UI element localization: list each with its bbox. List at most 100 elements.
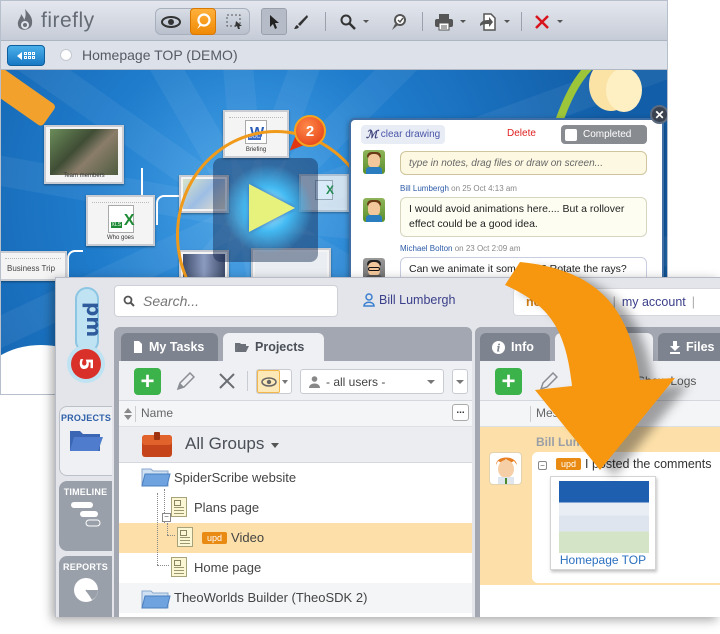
link-separator: | <box>692 295 695 309</box>
side-tab-timeline[interactable]: TIMELINE <box>59 481 112 551</box>
attachment-label[interactable]: Homepage TOP <box>551 553 655 567</box>
edit-button[interactable] <box>175 372 195 395</box>
search-input[interactable] <box>141 292 321 310</box>
excel-file-icon: XXLS <box>108 205 134 233</box>
app-name: firefly <box>41 9 95 33</box>
edit-activity-button[interactable] <box>538 372 558 395</box>
toolbar-separator <box>422 12 423 31</box>
draw-tool[interactable] <box>288 8 314 35</box>
card-label: Who goes <box>88 235 153 241</box>
user-icon <box>363 293 375 307</box>
timeline-icon <box>68 500 104 528</box>
view-mode-button[interactable] <box>158 8 184 35</box>
back-to-documents-button[interactable] <box>7 45 45 66</box>
cartoon-avatar-icon <box>490 453 522 485</box>
completed-checkbox[interactable] <box>565 129 577 141</box>
search-box[interactable] <box>114 285 338 317</box>
comment-mode-button[interactable] <box>190 8 216 35</box>
side-tab-projects[interactable]: PROJECTS <box>59 406 112 476</box>
page-icon <box>171 557 187 577</box>
open-folder-icon <box>235 342 249 352</box>
tab-label: Info <box>511 340 534 354</box>
tab-info[interactable]: i Info <box>480 333 550 361</box>
users-filter-value: - all users - <box>326 375 385 389</box>
approve-button[interactable] <box>386 8 412 35</box>
show-logs-button[interactable]: ≡ Show Logs <box>625 374 696 388</box>
search-icon <box>123 295 135 307</box>
watch-toggle[interactable] <box>256 369 292 394</box>
select-region-button[interactable] <box>222 8 248 35</box>
zoom-icon <box>340 14 356 30</box>
side-tab-reports[interactable]: REPORTS <box>59 556 112 617</box>
homepage-preview-image <box>559 481 649 553</box>
play-icon[interactable] <box>249 184 295 232</box>
zoom-dropdown-caret[interactable] <box>363 20 369 23</box>
tree-row-label: TheoWorlds Builder (TheoSDK 2) <box>174 590 367 605</box>
export-button[interactable] <box>475 8 501 35</box>
tab-activity[interactable]: Activity <box>555 333 653 361</box>
collapse-toggle[interactable]: − <box>538 461 547 470</box>
tree-row-page[interactable]: − Plans page <box>119 493 472 523</box>
comment-author[interactable]: Michael Bolton <box>400 244 452 253</box>
group-selector[interactable]: All Groups <box>119 427 472 463</box>
collapse-toggle[interactable]: − <box>162 513 171 522</box>
side-tab-label: PROJECTS <box>60 413 112 423</box>
tree-row-page-selected[interactable]: updVideo <box>119 523 472 553</box>
print-button[interactable] <box>431 8 457 35</box>
sort-icon[interactable] <box>124 408 132 420</box>
tree-row-project[interactable]: TheoWorlds Builder (TheoSDK 2) <box>119 583 472 613</box>
print-dropdown-caret[interactable] <box>460 20 466 23</box>
attachment-thumbnail[interactable]: Homepage TOP <box>550 476 656 570</box>
tab-label: Activity <box>567 340 612 354</box>
completed-toggle[interactable]: Completed <box>561 125 647 144</box>
delete-button[interactable] <box>218 372 236 393</box>
delete-comment-link[interactable]: Delete <box>507 128 536 139</box>
users-filter-select[interactable]: - all users - <box>300 369 444 394</box>
message-column-label[interactable]: Message <box>536 406 585 420</box>
message-column-header: Message <box>480 401 720 427</box>
zoom-tool[interactable] <box>335 8 361 35</box>
tab-files[interactable]: Files <box>658 333 720 361</box>
canvas-card-who-goes[interactable]: XXLS Who goes <box>86 195 155 246</box>
activity-avatar <box>489 452 522 485</box>
add-project-button[interactable]: + <box>134 368 161 395</box>
comment-note-input[interactable]: type in notes, drag files or draw on scr… <box>400 151 647 175</box>
team-photo <box>50 129 118 175</box>
clear-drawing-label: clear drawing <box>381 129 440 140</box>
toolbar-separator <box>325 12 326 31</box>
canvas-card-team-members[interactable]: Team members <box>44 125 124 184</box>
tree-row-page[interactable]: Home page <box>119 553 472 583</box>
add-activity-button[interactable]: + <box>495 368 522 395</box>
pencil-icon <box>538 372 558 392</box>
pointer-tool[interactable] <box>261 8 287 35</box>
side-tab-label: REPORTS <box>59 562 112 572</box>
chevron-down-icon <box>427 380 435 384</box>
page-icon <box>177 527 193 547</box>
firefly-logo: firefly <box>13 7 95 35</box>
column-options-button[interactable]: ... <box>452 404 469 421</box>
side-tab-label: TIMELINE <box>59 487 112 497</box>
watch-button[interactable] <box>257 370 280 393</box>
tree-row-project[interactable]: SpiderScribe website <box>119 463 472 493</box>
5pm-window: pm 5 Bill Lumbergh new features! | my ac… <box>55 277 720 617</box>
name-column-label[interactable]: Name <box>141 406 173 420</box>
close-document-button[interactable] <box>529 8 555 35</box>
toolbar-separator <box>247 371 248 391</box>
close-comment-panel-button[interactable]: ✕ <box>650 105 668 124</box>
comment-author[interactable]: Bill Lumbergh <box>400 184 449 193</box>
clear-drawing-button[interactable]: ℳ clear drawing <box>361 125 445 144</box>
close-dropdown-caret[interactable] <box>557 20 563 23</box>
chevron-down-icon[interactable] <box>282 380 288 384</box>
tab-label: Projects <box>255 340 304 354</box>
new-features-link[interactable]: new features! <box>526 295 607 309</box>
document-status-radio[interactable] <box>60 49 72 61</box>
tab-projects[interactable]: Projects <box>223 333 324 361</box>
tab-my-tasks[interactable]: My Tasks <box>121 333 218 361</box>
my-account-link[interactable]: my account <box>622 295 686 309</box>
more-filter-dropdown[interactable] <box>452 369 468 394</box>
activity-author[interactable]: Bill Lumbergh <box>536 435 617 449</box>
comment-marker[interactable]: 2 <box>294 115 326 147</box>
current-user-link[interactable]: Bill Lumbergh <box>363 293 455 307</box>
chevron-down-icon <box>456 380 464 384</box>
export-dropdown-caret[interactable] <box>504 20 510 23</box>
